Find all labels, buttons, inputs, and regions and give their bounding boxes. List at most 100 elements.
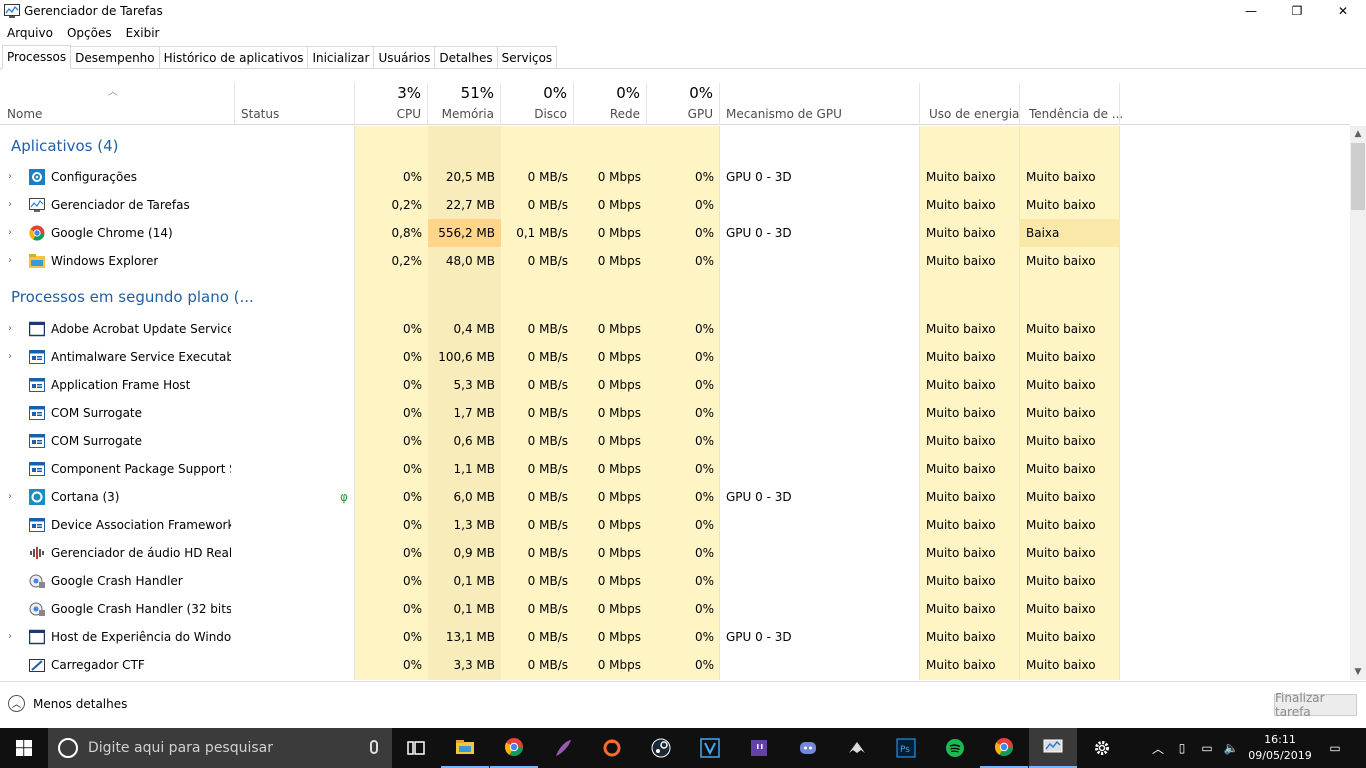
start-button[interactable] [0,728,48,768]
group-header[interactable]: Processos em segundo plano (... [0,277,1350,314]
tab-servicos[interactable]: Serviços [496,46,558,68]
aorus-icon[interactable] [833,728,881,768]
chevron-right-icon[interactable]: › [8,228,16,238]
power-trend-value: Muito baixo [1026,546,1096,560]
usb-icon[interactable]: ▯ [1172,728,1192,768]
scroll-thumb[interactable] [1351,143,1365,210]
volume-icon[interactable]: 🔈 [1220,728,1242,768]
process-row[interactable]: › Cortana (3) φ 0% 6,0 MB 0 MB/s 0 Mbps 0% GPU 0… [0,483,1350,511]
less-details-button[interactable]: ︿ Menos detalhes [8,695,127,712]
feather-icon[interactable] [539,728,587,768]
menu-arquivo[interactable]: Arquivo [0,26,60,40]
process-row[interactable]: › Windows Explorer 0,2% 48,0 MB 0 MB/s 0 Mbps… [0,247,1350,275]
end-task-button[interactable]: Finalizar tarefa [1274,691,1357,719]
minimize-button[interactable]: — [1228,0,1274,22]
process-row[interactable]: Gerenciador de áudio HD Realtek 0% 0,9 MB 0… [0,539,1350,567]
close-button[interactable]: ✕ [1320,0,1366,22]
discord-icon[interactable] [784,728,832,768]
col-disco[interactable]: 0% Disco [501,83,574,125]
suspended-leaf-icon [337,595,351,623]
task-manager-icon[interactable] [1029,728,1077,768]
gpu-engine-value [720,399,920,427]
steam-icon[interactable] [637,728,685,768]
folder-icon [29,253,45,269]
gpu-value: 0% [694,658,714,672]
spotify-icon[interactable] [931,728,979,768]
tab-historico[interactable]: Histórico de aplicativos [158,46,309,68]
network-icon[interactable]: ▭ [1196,728,1218,768]
tab-detalhes[interactable]: Detalhes [434,46,498,68]
service-icon [29,517,45,533]
col-gpu[interactable]: 0% GPU [647,83,720,125]
col-gpu-engine[interactable]: Mecanismo de GPU [720,83,920,125]
chevron-up-tray-icon[interactable]: ︿ [1148,728,1168,768]
chevron-right-icon[interactable]: › [8,256,16,266]
process-row[interactable]: Carregador CTF 0% 3,3 MB 0 MB/s 0 Mbps 0% Muit… [0,651,1350,679]
chevron-right-icon[interactable]: › [8,352,16,362]
gpu-value: 0% [694,434,714,448]
power-trend-value: Muito baixo [1026,518,1096,532]
cpu-value: 0% [402,574,422,588]
process-row[interactable]: › Gerenciador de Tarefas 0,2% 22,7 MB 0 MB/s… [0,191,1350,219]
process-row[interactable]: Application Frame Host 0% 5,3 MB 0 MB/s 0 Mb… [0,371,1350,399]
maximize-button[interactable]: ❐ [1274,0,1320,22]
process-row[interactable]: COM Surrogate 0% 0,6 MB 0 MB/s 0 Mbps 0% Muito… [0,427,1350,455]
group-header[interactable]: Aplicativos (4) [0,126,1350,163]
menu-opcoes[interactable]: Opções [60,26,119,40]
chevron-right-icon[interactable]: › [8,324,16,334]
process-row[interactable]: Device Association Framework ... 0% 1,3 MB… [0,511,1350,539]
col-nome[interactable]: Nome [0,83,235,125]
vertical-scrollbar[interactable]: ▲ ▼ [1350,126,1366,680]
disk-value: 0 MB/s [527,170,568,184]
network-value: 0 Mbps [597,546,641,560]
process-row[interactable]: › Host de Experiência do Window... 0% 13,1 … [0,623,1350,651]
process-row[interactable]: COM Surrogate 0% 1,7 MB 0 MB/s 0 Mbps 0% Muito… [0,399,1350,427]
tab-usuarios[interactable]: Usuários [373,46,436,68]
vegas-icon[interactable] [686,728,734,768]
tab-inicializar[interactable]: Inicializar [307,46,375,68]
process-row[interactable]: Google Crash Handler 0% 0,1 MB 0 MB/s 0 Mbps… [0,567,1350,595]
settings-icon[interactable] [1078,728,1126,768]
process-name: COM Surrogate [51,406,143,420]
photoshop-icon[interactable]: Ps [882,728,930,768]
col-tendencia[interactable]: Tendência de ... [1020,83,1123,125]
chrome-icon[interactable] [980,728,1028,768]
origin-icon[interactable] [588,728,636,768]
twitch-icon[interactable] [735,728,783,768]
process-row[interactable]: Google Crash Handler (32 bits) 0% 0,1 MB 0 … [0,595,1350,623]
task-view-icon[interactable] [392,728,440,768]
process-name: Cortana (3) [51,490,120,504]
process-row[interactable]: › Configurações 0% 20,5 MB 0 MB/s 0 Mbps 0% GPU… [0,163,1350,191]
chevron-right-icon[interactable]: › [8,172,16,182]
col-status[interactable]: Status [235,83,355,125]
microphone-icon[interactable] [370,740,378,754]
process-row[interactable]: › Adobe Acrobat Update Service (... 0% 0,4 … [0,315,1350,343]
taskbar-search[interactable]: Digite aqui para pesquisar [48,728,392,768]
chevron-right-icon[interactable]: › [8,492,16,502]
process-row[interactable]: › Google Chrome (14) 0,8% 556,2 MB 0,1 MB/s 0… [0,219,1350,247]
tab-desempenho[interactable]: Desempenho [70,46,160,68]
process-row[interactable]: Component Package Support S... 0% 1,1 MB 0 … [0,455,1350,483]
chevron-right-icon[interactable]: › [8,632,16,642]
notification-icon[interactable]: ▭ [1320,728,1350,768]
suspended-leaf-icon [337,567,351,595]
col-energia[interactable]: Uso de energia [920,83,1020,125]
clock[interactable]: 16:11 09/05/2019 [1245,732,1315,764]
scroll-up-icon[interactable]: ▲ [1350,126,1366,142]
scroll-down-icon[interactable]: ▼ [1350,664,1366,680]
cpu-value: 0,2% [391,198,423,212]
chevron-right-icon[interactable]: › [8,200,16,210]
file-explorer-icon[interactable] [441,728,489,768]
cpu-value: 0% [402,546,422,560]
process-row[interactable]: › Antimalware Service Executable 0% 100,6 M… [0,343,1350,371]
cpu-value: 0% [402,406,422,420]
col-memoria[interactable]: 51% Memória [428,83,501,125]
group-title: Processos em segundo plano (... [11,288,254,306]
col-cpu[interactable]: 3% CPU [355,83,428,125]
chrome-icon[interactable] [490,728,538,768]
menu-exibir[interactable]: Exibir [119,26,167,40]
network-value: 0 Mbps [597,490,641,504]
power-trend-value: Muito baixo [1026,574,1096,588]
col-rede[interactable]: 0% Rede [574,83,647,125]
tab-processos[interactable]: Processos [2,45,72,69]
